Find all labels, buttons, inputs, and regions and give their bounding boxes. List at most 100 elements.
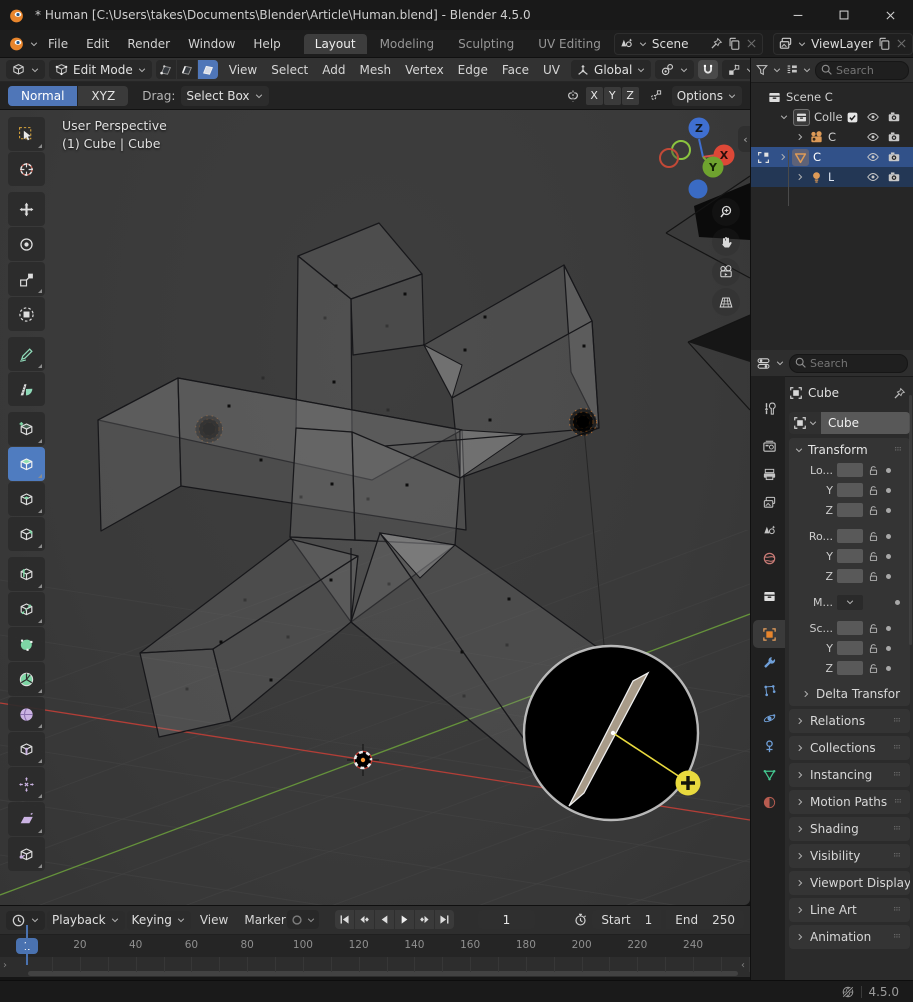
- light-icon[interactable]: [809, 170, 824, 185]
- tool-shrink-fatten[interactable]: [8, 767, 45, 801]
- drag-dots-icon[interactable]: [891, 825, 904, 834]
- properties-scrollbar[interactable]: [909, 395, 912, 645]
- mesh-data-icon[interactable]: [792, 149, 809, 166]
- eye-icon[interactable]: [866, 130, 880, 144]
- properties-tab-object-data[interactable]: [753, 760, 785, 788]
- collection-icon[interactable]: [793, 109, 810, 126]
- delta-transform-panel-header[interactable]: Delta Transfor: [789, 684, 910, 704]
- scroll-left-arrow[interactable]: ›: [3, 960, 7, 971]
- jump-to-end-button[interactable]: [435, 910, 454, 929]
- duplicate-icon[interactable]: [877, 37, 891, 51]
- scroll-right-arrow[interactable]: ‹: [741, 960, 745, 971]
- vertex-select-button[interactable]: [156, 60, 176, 79]
- outliner-row[interactable]: L: [751, 167, 913, 187]
- pivot-dropdown[interactable]: [655, 60, 694, 79]
- panel-viewport-display[interactable]: Viewport Display: [789, 871, 910, 895]
- tool-inset-faces[interactable]: [8, 482, 45, 516]
- menu-window[interactable]: Window: [179, 34, 244, 54]
- ortho-toggle-button[interactable]: [712, 288, 740, 316]
- view-layer-selector[interactable]: ViewLayer: [773, 33, 913, 55]
- panel-collections[interactable]: Collections: [789, 736, 910, 760]
- properties-tab-scene[interactable]: [753, 516, 785, 544]
- unlock-icon[interactable]: [867, 642, 880, 655]
- unlock-icon[interactable]: [867, 464, 880, 477]
- chevron-right-icon[interactable]: [795, 132, 805, 142]
- view-layer-name[interactable]: ViewLayer: [811, 37, 873, 51]
- transform-value-field[interactable]: [837, 483, 863, 497]
- unlock-icon[interactable]: [867, 570, 880, 583]
- animate-dot[interactable]: [886, 488, 891, 493]
- scene-selector[interactable]: Scene: [614, 33, 763, 55]
- unlock-icon[interactable]: [867, 622, 880, 635]
- minimize-button[interactable]: [775, 0, 821, 30]
- tool-measure[interactable]: [8, 372, 45, 406]
- panel-motion-paths[interactable]: Motion Paths: [789, 790, 910, 814]
- animate-dot[interactable]: [886, 508, 891, 513]
- animate-dot[interactable]: [886, 554, 891, 559]
- drag-dots-icon[interactable]: [891, 744, 904, 753]
- animate-dot[interactable]: [886, 666, 891, 671]
- viewport-menu-select[interactable]: Select: [264, 63, 315, 77]
- current-frame-field[interactable]: 1: [478, 910, 535, 929]
- workspace-tab-layout[interactable]: Layout: [304, 34, 367, 54]
- viewport-menu-edge[interactable]: Edge: [451, 63, 495, 77]
- viewport-menu-face[interactable]: Face: [495, 63, 536, 77]
- duplicate-icon[interactable]: [727, 37, 741, 51]
- eye-icon[interactable]: [866, 170, 880, 184]
- animate-dot[interactable]: [886, 646, 891, 651]
- properties-tab-modifiers[interactable]: [753, 648, 785, 676]
- breadcrumb-object[interactable]: Cube: [808, 386, 839, 400]
- menu-file[interactable]: File: [39, 34, 77, 54]
- animate-dot[interactable]: [886, 534, 891, 539]
- sidebar-collapse-tab[interactable]: ‹: [738, 126, 750, 152]
- tool-extrude-region[interactable]: [8, 447, 45, 481]
- viewport-menu-uv[interactable]: UV: [536, 63, 567, 77]
- properties-tab-collection[interactable]: [753, 582, 785, 610]
- transform-value-field[interactable]: [837, 621, 863, 635]
- workspace-tab-uv-editing[interactable]: UV Editing: [527, 34, 606, 54]
- mirror-axis-z[interactable]: Z: [622, 87, 639, 105]
- outliner-row[interactable]: Colle: [751, 107, 913, 127]
- animate-dot[interactable]: [886, 468, 891, 473]
- drag-dots-icon[interactable]: [891, 852, 904, 861]
- properties-tab-particles[interactable]: [753, 676, 785, 704]
- edge-select-button[interactable]: [177, 60, 197, 79]
- tool-loop-cut[interactable]: [8, 557, 45, 591]
- outliner-row[interactable]: Scene C: [751, 87, 913, 107]
- properties-tab-constraints[interactable]: [753, 732, 785, 760]
- unlock-icon[interactable]: [867, 504, 880, 517]
- snap-target-dropdown[interactable]: [722, 60, 750, 79]
- next-keyframe-button[interactable]: [415, 910, 434, 929]
- animate-dot[interactable]: [886, 574, 891, 579]
- play-button[interactable]: [395, 910, 414, 929]
- menu-help[interactable]: Help: [244, 34, 289, 54]
- end-frame-field[interactable]: End 250: [666, 910, 744, 929]
- tool-rip-region[interactable]: [8, 837, 45, 871]
- chevron-right-icon[interactable]: [795, 172, 805, 182]
- jump-to-start-button[interactable]: [335, 910, 354, 929]
- camera-restrict-icon[interactable]: [887, 170, 901, 184]
- camera-view-button[interactable]: [712, 258, 740, 286]
- transform-value-field[interactable]: [837, 503, 863, 517]
- pan-view-button[interactable]: [712, 228, 740, 256]
- properties-tab-world[interactable]: [753, 544, 785, 572]
- editor-type-button[interactable]: [6, 60, 45, 79]
- outliner-item-label[interactable]: Scene C: [786, 90, 833, 104]
- transform-value-field[interactable]: [837, 463, 863, 477]
- outliner-item-label[interactable]: L: [828, 170, 834, 184]
- timeline-menu-marker[interactable]: Marker: [237, 913, 292, 927]
- properties-tab-output[interactable]: [753, 460, 785, 488]
- workspace-tab-sculpting[interactable]: Sculpting: [447, 34, 525, 54]
- tool-select-box[interactable]: [8, 117, 45, 151]
- timeline-menu-playback[interactable]: Playback: [47, 911, 125, 930]
- mirror-icon[interactable]: [565, 88, 581, 104]
- tool-poly-build[interactable]: [8, 627, 45, 661]
- properties-tab-render[interactable]: [753, 432, 785, 460]
- face-select-button[interactable]: [198, 60, 218, 79]
- properties-tab-physics[interactable]: [753, 704, 785, 732]
- tool-scale[interactable]: [8, 262, 45, 296]
- menu-edit[interactable]: Edit: [77, 34, 118, 54]
- properties-tab-tool[interactable]: [753, 394, 785, 422]
- properties-tab-object[interactable]: [753, 620, 785, 648]
- tool-transform[interactable]: [8, 297, 45, 331]
